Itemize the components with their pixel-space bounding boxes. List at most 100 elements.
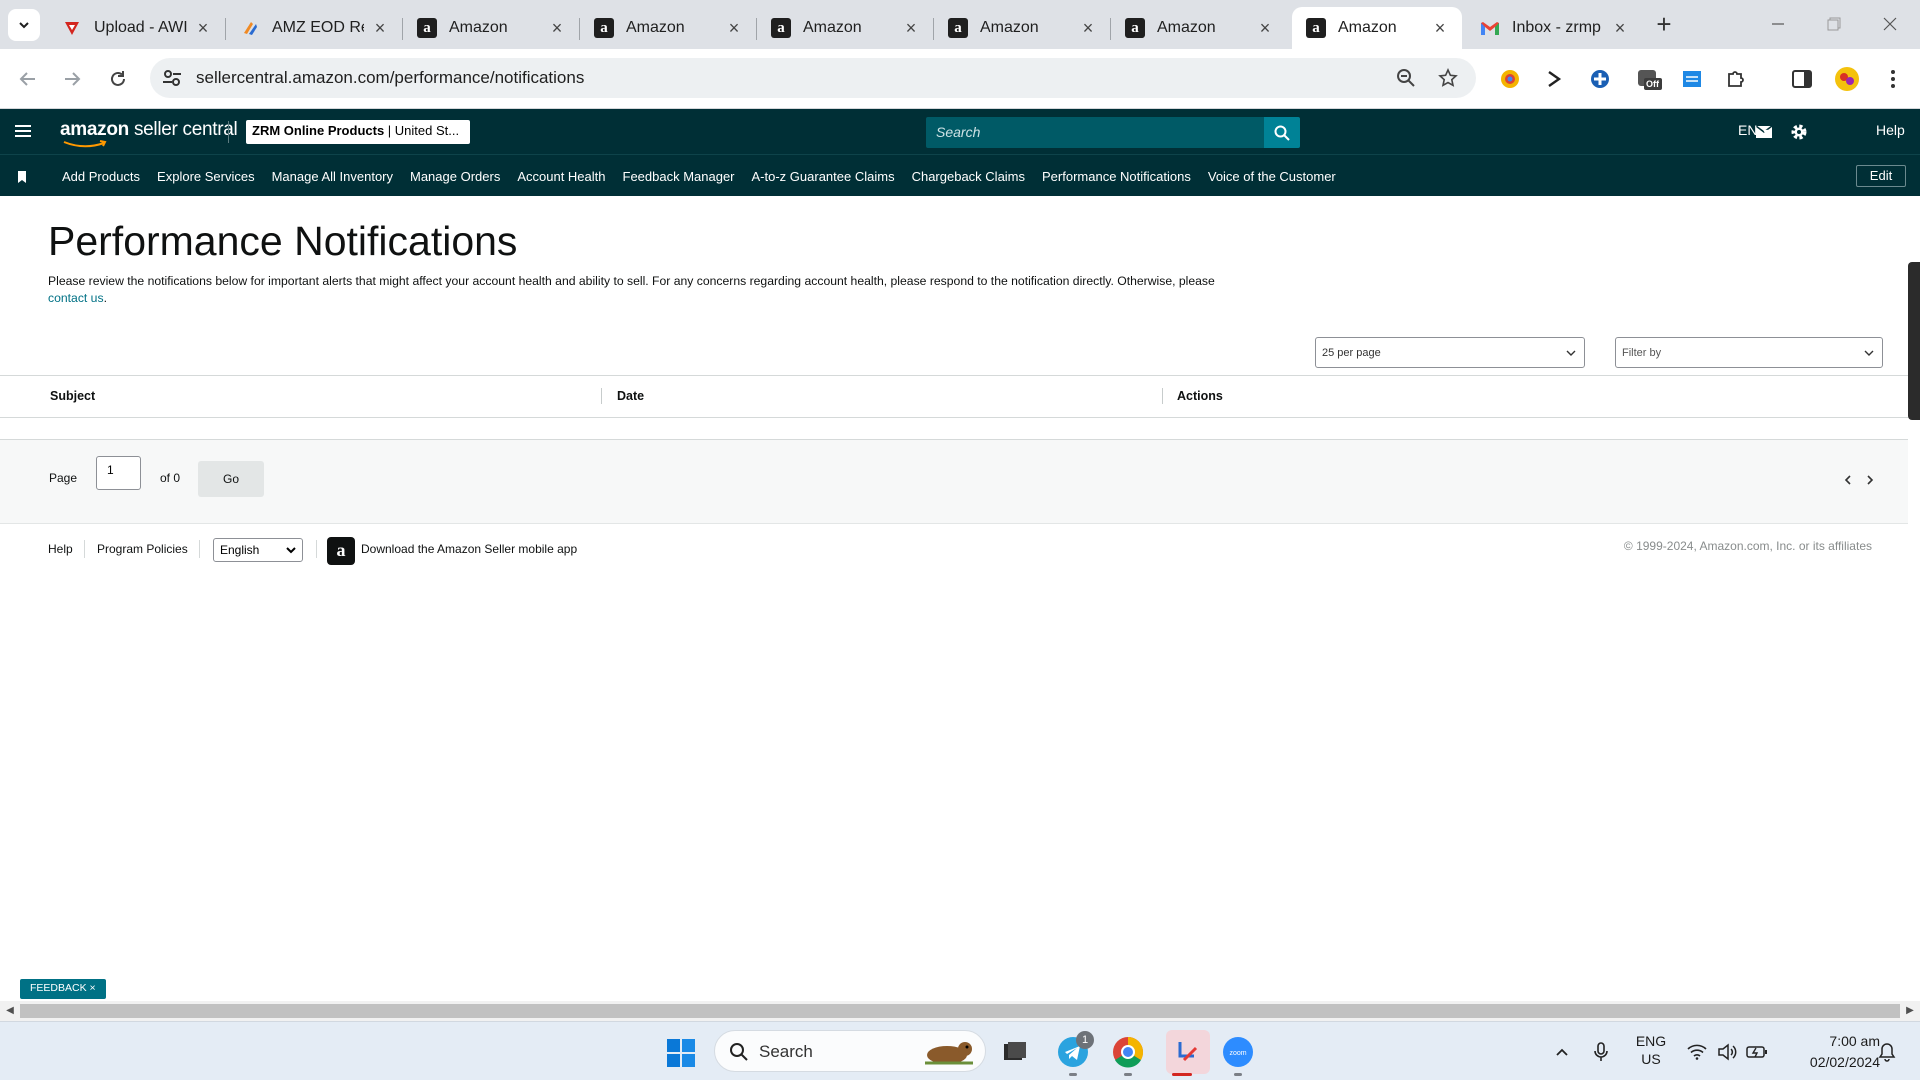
clock[interactable]: 7:00 am 02/02/2024 <box>1780 1031 1880 1073</box>
nav-manage-all-inventory[interactable]: Manage All Inventory <box>272 169 393 184</box>
store-switcher[interactable]: ZRM Online Products | United St... <box>246 120 470 144</box>
reload-button[interactable] <box>102 63 134 95</box>
snipping-tool-icon[interactable] <box>1166 1030 1210 1074</box>
nav-feedback-manager[interactable]: Feedback Manager <box>623 169 735 184</box>
bookmark-icon[interactable] <box>16 170 28 184</box>
tab-search-button[interactable] <box>8 9 40 41</box>
next-page-button[interactable] <box>1862 470 1878 490</box>
close-icon[interactable]: × <box>1610 18 1630 38</box>
close-icon[interactable]: × <box>193 18 213 38</box>
edit-nav-button[interactable]: Edit <box>1856 165 1906 187</box>
fba-extension-icon[interactable] <box>1679 66 1705 92</box>
wifi-icon[interactable] <box>1680 1035 1714 1069</box>
restore-button[interactable] <box>1814 8 1854 40</box>
minimize-button[interactable] <box>1758 8 1798 40</box>
notification-bell-icon[interactable] <box>1870 1035 1904 1069</box>
column-date[interactable]: Date <box>617 389 644 403</box>
battery-icon[interactable] <box>1740 1035 1774 1069</box>
chevron-up-icon[interactable] <box>1545 1035 1579 1069</box>
nav-manage-orders[interactable]: Manage Orders <box>410 169 500 184</box>
footer-help-link[interactable]: Help <box>48 542 73 556</box>
browser-tab-amz-eod[interactable]: AMZ EOD Rep × <box>226 7 402 49</box>
more-menu-icon[interactable] <box>1880 66 1906 92</box>
prev-page-button[interactable] <box>1840 470 1856 490</box>
search-input[interactable]: Search <box>926 117 1264 148</box>
close-icon[interactable]: × <box>547 18 567 38</box>
browser-tab-amazon[interactable]: a Amazon × <box>757 7 933 49</box>
tab-title: Amazon <box>1157 19 1216 36</box>
close-window-button[interactable] <box>1870 8 1910 40</box>
nav-chargeback-claims[interactable]: Chargeback Claims <box>912 169 1025 184</box>
new-tab-button[interactable]: + <box>1650 11 1678 39</box>
scroll-right-icon[interactable]: ▶ <box>1903 1003 1917 1019</box>
header-divider <box>228 121 229 143</box>
program-policies-link[interactable]: Program Policies <box>97 542 188 556</box>
star-icon[interactable] <box>1437 67 1459 89</box>
chevron-down-icon <box>286 547 296 554</box>
horizontal-scrollbar[interactable]: ◀ ▶ <box>0 1001 1920 1021</box>
contact-us-link[interactable]: contact us <box>48 291 104 305</box>
scroll-left-icon[interactable]: ◀ <box>3 1003 17 1019</box>
close-icon[interactable]: × <box>1430 18 1450 38</box>
browser-tab-amazon[interactable]: a Amazon × <box>934 7 1110 49</box>
nav-voice-of-the-customer[interactable]: Voice of the Customer <box>1208 169 1336 184</box>
footer-language-select[interactable]: English <box>213 538 303 562</box>
search-button[interactable] <box>1264 117 1300 148</box>
chrome-icon[interactable] <box>1111 1035 1145 1069</box>
help-link[interactable]: Help <box>1876 122 1905 138</box>
per-page-select[interactable]: 25 per page <box>1315 337 1585 368</box>
profile-avatar[interactable] <box>1834 66 1860 92</box>
amazon-app-icon[interactable]: a <box>327 537 355 565</box>
close-icon[interactable]: × <box>901 18 921 38</box>
gear-icon[interactable] <box>1788 121 1810 143</box>
scrollbar-thumb[interactable] <box>20 1004 1900 1018</box>
color-picker-extension-icon[interactable] <box>1497 66 1523 92</box>
download-app-link[interactable]: Download the Amazon Seller mobile app <box>361 542 577 556</box>
close-icon[interactable]: × <box>724 18 744 38</box>
prompt-extension-icon[interactable] <box>1542 66 1568 92</box>
forward-button[interactable] <box>56 63 88 95</box>
close-icon[interactable]: × <box>90 982 96 994</box>
windows-start-icon[interactable] <box>666 1038 696 1068</box>
tab-title: Amazon <box>980 19 1039 36</box>
zoom-app-icon[interactable]: zoom <box>1221 1035 1255 1069</box>
taskbar-search[interactable]: Search <box>714 1030 986 1072</box>
windows-taskbar: Search 1 zoom ENG US 7:00 am 02/02/2024 <box>0 1021 1920 1080</box>
puzzle-icon[interactable] <box>1723 66 1749 92</box>
keyboard-language[interactable]: ENG US <box>1631 1032 1671 1068</box>
back-button[interactable] <box>12 63 44 95</box>
nav-performance-notifications[interactable]: Performance Notifications <box>1042 169 1191 184</box>
nav-explore-services[interactable]: Explore Services <box>157 169 255 184</box>
telegram-icon[interactable]: 1 <box>1056 1031 1094 1069</box>
close-icon[interactable]: × <box>1255 18 1275 38</box>
browser-tab-amazon-active[interactable]: a Amazon × <box>1292 7 1462 49</box>
microphone-icon[interactable] <box>1584 1035 1618 1069</box>
language-selector[interactable]: EN ▼ <box>1738 122 1770 138</box>
volume-icon[interactable] <box>1710 1035 1744 1069</box>
nav-account-health[interactable]: Account Health <box>517 169 605 184</box>
browser-tab-amazon[interactable]: a Amazon × <box>580 7 756 49</box>
hamburger-menu-icon[interactable] <box>12 120 34 142</box>
go-button[interactable]: Go <box>198 461 264 497</box>
close-icon[interactable]: × <box>370 18 390 38</box>
close-icon[interactable]: × <box>1078 18 1098 38</box>
helper-extension-icon[interactable] <box>1587 66 1613 92</box>
nav-a-to-z-claims[interactable]: A-to-z Guarantee Claims <box>752 169 895 184</box>
browser-tab-amazon[interactable]: a Amazon × <box>403 7 579 49</box>
zoom-icon[interactable] <box>1395 67 1417 89</box>
site-settings-icon[interactable] <box>162 68 182 88</box>
task-view-icon[interactable] <box>998 1035 1032 1069</box>
page-number-input[interactable]: 1 <box>96 456 141 490</box>
seller-central-logo[interactable]: amazon seller central <box>60 119 238 148</box>
running-indicator <box>1069 1073 1077 1076</box>
toggle-extension-icon[interactable]: Off <box>1636 66 1662 92</box>
feedback-button[interactable]: FEEDBACK × <box>20 979 106 999</box>
column-subject[interactable]: Subject <box>50 389 95 403</box>
nav-add-products[interactable]: Add Products <box>62 169 140 184</box>
browser-tab-gmail[interactable]: Inbox - zrmp × <box>1466 7 1642 49</box>
filter-select[interactable]: Filter by <box>1615 337 1883 368</box>
browser-tab-upload[interactable]: Upload - AWI × <box>48 7 225 49</box>
side-panel-icon[interactable] <box>1789 66 1815 92</box>
browser-tab-amazon[interactable]: a Amazon × <box>1111 7 1287 49</box>
address-bar[interactable]: sellercentral.amazon.com/performance/not… <box>150 58 1476 98</box>
